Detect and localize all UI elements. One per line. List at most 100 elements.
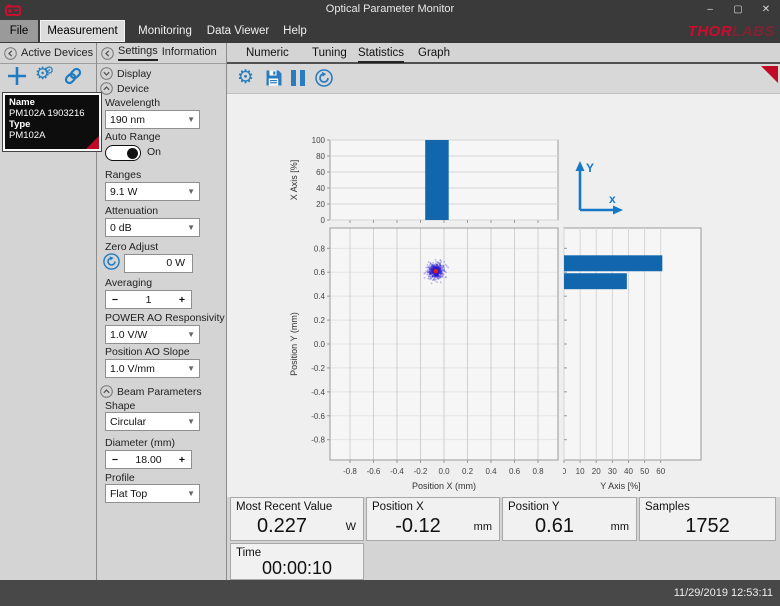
svg-text:0.2: 0.2 xyxy=(462,467,474,476)
save-icon[interactable] xyxy=(265,69,283,87)
chevron-down-icon: ▼ xyxy=(187,489,195,498)
chevron-down-icon xyxy=(100,67,113,80)
most-recent-value-readout: Most Recent Value 0.227 W xyxy=(230,497,364,541)
averaging-value[interactable]: 1 xyxy=(124,294,173,306)
power-ao-select[interactable]: 1.0 V/W▼ xyxy=(105,325,200,344)
chevron-up-icon xyxy=(100,385,113,398)
diameter-value[interactable]: 18.00 xyxy=(124,454,173,466)
svg-text:-0.4: -0.4 xyxy=(311,388,325,397)
svg-text:30: 30 xyxy=(608,467,617,476)
measurement-toolbar: ⚙ xyxy=(227,64,780,93)
alert-corner xyxy=(761,66,778,83)
auto-range-label: Auto Range xyxy=(105,131,160,143)
thorlabs-logo: THORLABS xyxy=(688,23,775,40)
section-beam-parameters[interactable]: Beam Parameters xyxy=(100,385,202,398)
svg-text:Y: Y xyxy=(586,161,594,175)
restart-icon[interactable] xyxy=(315,69,333,87)
zero-adjust-icon[interactable] xyxy=(103,253,120,270)
title-bar: Optical Parameter Monitor – ▢ ✕ xyxy=(0,0,780,20)
pause-icon[interactable] xyxy=(291,70,309,91)
tab-tuning[interactable]: Tuning xyxy=(312,47,347,61)
close-button[interactable]: ✕ xyxy=(752,0,780,20)
diameter-stepper: − 18.00 + xyxy=(105,450,192,469)
svg-text:10: 10 xyxy=(576,467,585,476)
decrement-button[interactable]: − xyxy=(106,294,124,306)
device-name-label: Name xyxy=(9,97,35,108)
zero-adjust-field[interactable]: 0 W xyxy=(124,254,193,273)
svg-text:0.8: 0.8 xyxy=(314,244,326,253)
section-device[interactable]: Device xyxy=(100,82,149,95)
tab-graph[interactable]: Graph xyxy=(418,47,450,61)
svg-text:0: 0 xyxy=(321,216,326,225)
svg-text:20: 20 xyxy=(316,200,325,209)
ranges-select[interactable]: 9.1 W▼ xyxy=(105,182,200,201)
menu-measurement[interactable]: Measurement xyxy=(40,20,125,42)
datetime-text: 11/29/2019 12:53:11 xyxy=(674,587,773,599)
status-bar: 11/29/2019 12:53:11 xyxy=(0,580,780,606)
connect-device-icon[interactable] xyxy=(63,66,83,86)
position-ao-label: Position AO Slope xyxy=(105,346,190,358)
collapse-left-icon[interactable] xyxy=(4,47,17,60)
profile-label: Profile xyxy=(105,472,135,484)
svg-text:0.0: 0.0 xyxy=(438,467,450,476)
increment-button[interactable]: + xyxy=(173,454,191,466)
add-device-icon[interactable] xyxy=(7,66,27,86)
chevron-down-icon: ▼ xyxy=(187,330,195,339)
active-devices-header: Active Devices xyxy=(0,43,96,64)
y-histogram-chart: 0102030405060Y Axis [%] xyxy=(563,227,779,497)
main-tab-strip: Numeric Tuning Statistics Graph xyxy=(227,43,780,64)
position-ao-select[interactable]: 1.0 V/mm▼ xyxy=(105,359,200,378)
device-card[interactable]: Name PM102A 1903216 Type PM102A xyxy=(3,93,101,151)
svg-text:60: 60 xyxy=(656,467,665,476)
svg-text:60: 60 xyxy=(316,168,325,177)
svg-text:Position Y (mm): Position Y (mm) xyxy=(289,312,299,376)
attenuation-label: Attenuation xyxy=(105,205,158,217)
shape-select[interactable]: Circular▼ xyxy=(105,412,200,431)
device-settings-icon[interactable]: ⚙⚙ xyxy=(35,64,60,84)
maximize-button[interactable]: ▢ xyxy=(724,0,752,20)
power-ao-label: POWER AO Responsivity xyxy=(105,312,225,324)
svg-text:x: x xyxy=(609,192,616,206)
position-y-readout: Position Y 0.61 mm xyxy=(502,497,637,541)
svg-text:-0.8: -0.8 xyxy=(311,436,325,445)
ranges-label: Ranges xyxy=(105,169,141,181)
shape-label: Shape xyxy=(105,400,135,412)
attenuation-select[interactable]: 0 dB▼ xyxy=(105,218,200,237)
chevron-up-icon xyxy=(100,82,113,95)
device-type-label: Type xyxy=(9,119,30,130)
section-display[interactable]: Display xyxy=(100,67,151,80)
position-x-readout: Position X -0.12 mm xyxy=(366,497,500,541)
menu-help[interactable]: Help xyxy=(277,20,313,42)
settings-gear-icon[interactable]: ⚙ xyxy=(237,66,254,89)
menu-monitoring[interactable]: Monitoring xyxy=(131,20,199,42)
samples-readout: Samples 1752 xyxy=(639,497,776,541)
chevron-down-icon: ▼ xyxy=(187,187,195,196)
svg-text:40: 40 xyxy=(624,467,633,476)
svg-text:0.8: 0.8 xyxy=(532,467,544,476)
diameter-label: Diameter (mm) xyxy=(105,437,175,449)
menu-data-viewer[interactable]: Data Viewer xyxy=(203,20,273,42)
svg-text:-0.4: -0.4 xyxy=(390,467,404,476)
svg-text:-0.6: -0.6 xyxy=(367,467,381,476)
svg-text:-0.8: -0.8 xyxy=(343,467,357,476)
increment-button[interactable]: + xyxy=(173,294,191,306)
svg-text:80: 80 xyxy=(316,152,325,161)
window-title: Optical Parameter Monitor xyxy=(0,3,780,15)
svg-text:0.6: 0.6 xyxy=(314,268,326,277)
profile-select[interactable]: Flat Top▼ xyxy=(105,484,200,503)
svg-text:X Axis [%]: X Axis [%] xyxy=(289,160,299,201)
wavelength-select[interactable]: 190 nm▼ xyxy=(105,110,200,129)
device-type: PM102A xyxy=(9,130,45,141)
tab-statistics[interactable]: Statistics xyxy=(358,47,404,63)
decrement-button[interactable]: − xyxy=(106,454,124,466)
zero-adjust-label: Zero Adjust xyxy=(105,241,158,253)
tab-numeric[interactable]: Numeric xyxy=(246,47,289,61)
svg-text:-0.2: -0.2 xyxy=(311,364,325,373)
svg-text:0.0: 0.0 xyxy=(314,340,326,349)
minimize-button[interactable]: – xyxy=(696,0,724,20)
svg-text:0.4: 0.4 xyxy=(485,467,497,476)
svg-text:0.4: 0.4 xyxy=(314,292,326,301)
auto-range-toggle[interactable] xyxy=(105,145,141,161)
menu-file[interactable]: File xyxy=(0,20,38,42)
svg-text:Position X (mm): Position X (mm) xyxy=(412,481,476,491)
